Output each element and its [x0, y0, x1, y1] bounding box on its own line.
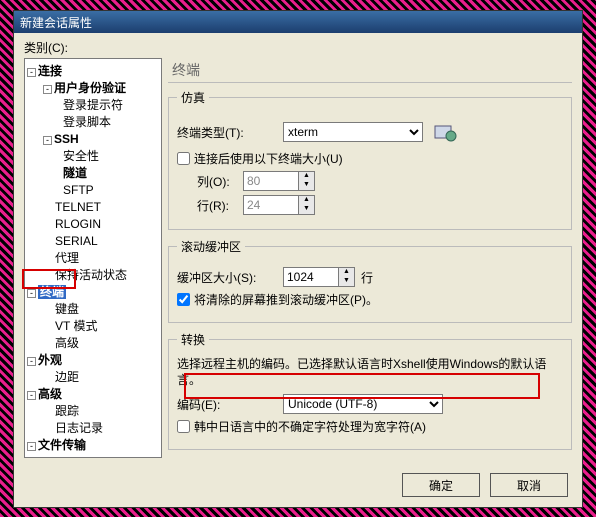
tree-login-script[interactable]: 登录脚本 [27, 114, 159, 131]
collapse-icon[interactable]: - [27, 68, 36, 77]
rows-label: 行(R): [177, 197, 237, 214]
cols-label: 列(O): [177, 173, 237, 190]
tree-keepalive[interactable]: 保持活动状态 [27, 267, 159, 284]
push-scrollback-checkbox[interactable] [177, 293, 190, 306]
scrollback-group: 滚动缓冲区 缓冲区大小(S): ▲▼ 行 将清除的屏幕推到滚动缓冲区(P)。 [168, 238, 572, 323]
tree-margin[interactable]: 边距 [27, 369, 159, 386]
rows-input [243, 195, 299, 215]
tree-ssh[interactable]: -SSH [27, 131, 159, 148]
cjk-wide-checkbox[interactable] [177, 420, 190, 433]
use-terminal-size-label: 连接后使用以下终端大小(U) [194, 150, 343, 167]
tree-vtmode[interactable]: VT 模式 [27, 318, 159, 335]
cjk-wide-label: 韩中日语言中的不确定字符处理为宽字符(A) [194, 418, 426, 435]
category-label: 类别(C): [24, 39, 572, 56]
tree-sftp[interactable]: SFTP [27, 182, 159, 199]
collapse-icon[interactable]: - [27, 391, 36, 400]
spin-down-icon[interactable]: ▼ [299, 181, 314, 190]
tree-keyboard[interactable]: 键盘 [27, 301, 159, 318]
tree-appearance[interactable]: -外观 [27, 352, 159, 369]
cols-input [243, 171, 299, 191]
encoding-label: 编码(E): [177, 396, 277, 413]
buffer-size-label: 缓冲区大小(S): [177, 269, 277, 286]
encoding-select[interactable]: Unicode (UTF-8) [283, 394, 443, 414]
tree-proxy[interactable]: 代理 [27, 250, 159, 267]
collapse-icon[interactable]: - [27, 442, 36, 451]
terminal-type-select[interactable]: xterm [283, 122, 423, 142]
spin-up-icon[interactable]: ▲ [299, 172, 314, 181]
ok-button[interactable]: 确定 [402, 473, 480, 497]
buffer-unit: 行 [361, 269, 373, 286]
spin-down-icon[interactable]: ▼ [339, 277, 354, 286]
tree-rlogin[interactable]: RLOGIN [27, 216, 159, 233]
spin-up-icon[interactable]: ▲ [339, 268, 354, 277]
use-terminal-size-checkbox[interactable] [177, 152, 190, 165]
settings-panel: 终端 仿真 终端类型(T): xterm 连接后使用以下终端大小(U) 列(O)… [168, 58, 572, 465]
tree-trace[interactable]: 跟踪 [27, 403, 159, 420]
collapse-icon[interactable]: - [43, 85, 52, 94]
tree-advanced[interactable]: -高级 [27, 386, 159, 403]
buffer-size-input[interactable] [283, 267, 339, 287]
collapse-icon[interactable]: - [27, 357, 36, 366]
tree-security[interactable]: 安全性 [27, 148, 159, 165]
cancel-button[interactable]: 取消 [490, 473, 568, 497]
tree-telnet[interactable]: TELNET [27, 199, 159, 216]
gear-icon[interactable] [429, 118, 461, 146]
tree-tunnel[interactable]: 隧道 [27, 165, 159, 182]
tree-serial[interactable]: SERIAL [27, 233, 159, 250]
push-scrollback-label: 将清除的屏幕推到滚动缓冲区(P)。 [194, 291, 378, 308]
terminal-type-label: 终端类型(T): [177, 124, 277, 141]
tree-logging[interactable]: 日志记录 [27, 420, 159, 437]
conversion-legend: 转换 [177, 331, 209, 348]
tree-filetransfer[interactable]: -文件传输 [27, 437, 159, 454]
spin-down-icon[interactable]: ▼ [299, 205, 314, 214]
collapse-icon[interactable]: - [43, 136, 52, 145]
conversion-group: 转换 选择远程主机的编码。已选择默认语言时Xshell使用Windows的默认语… [168, 331, 572, 450]
collapse-icon[interactable]: - [27, 289, 36, 298]
panel-header: 终端 [168, 58, 572, 83]
category-tree[interactable]: -连接 -用户身份验证 登录提示符 登录脚本 -SSH 安全性 隧道 SFTP … [24, 58, 162, 458]
tree-connection[interactable]: -连接 [27, 63, 159, 80]
emulation-group: 仿真 终端类型(T): xterm 连接后使用以下终端大小(U) 列(O): ▲… [168, 89, 572, 230]
window-title: 新建会话属性 [20, 16, 92, 30]
emulation-legend: 仿真 [177, 89, 209, 106]
tree-xymodem[interactable]: X/YMODEM [27, 454, 159, 458]
tree-terminal[interactable]: -终端 [27, 284, 159, 301]
tree-login-prompt[interactable]: 登录提示符 [27, 97, 159, 114]
conversion-desc: 选择远程主机的编码。已选择默认语言时Xshell使用Windows的默认语言。 [177, 356, 563, 388]
tree-auth[interactable]: -用户身份验证 [27, 80, 159, 97]
scrollback-legend: 滚动缓冲区 [177, 238, 245, 255]
tree-advanced-terminal[interactable]: 高级 [27, 335, 159, 352]
titlebar[interactable]: 新建会话属性 [14, 11, 582, 33]
spin-up-icon[interactable]: ▲ [299, 196, 314, 205]
dialog-window: 新建会话属性 类别(C): -连接 -用户身份验证 登录提示符 登录脚本 -SS… [13, 10, 583, 508]
